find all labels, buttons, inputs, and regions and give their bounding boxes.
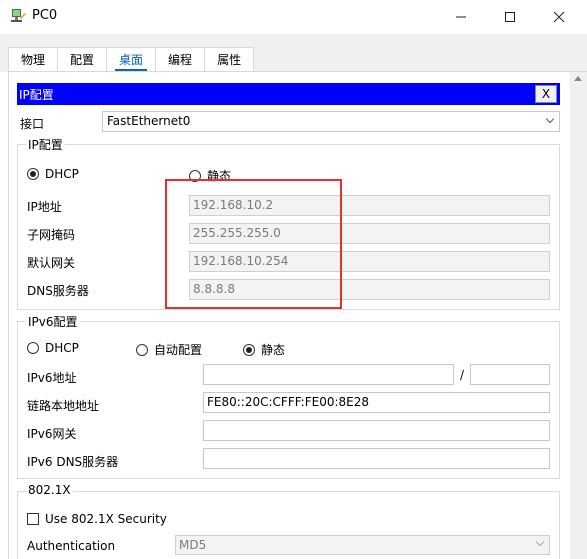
- tab-strip: 物理 配置 桌面 编程 属性: [8, 47, 255, 71]
- pc-app-icon: [11, 9, 26, 22]
- minimize-button[interactable]: [438, 0, 484, 34]
- ipv6-dns-field[interactable]: [203, 448, 550, 469]
- chevron-down-icon: [535, 537, 545, 547]
- ipv6-address-field[interactable]: [203, 364, 454, 385]
- close-window-button[interactable]: [536, 0, 582, 34]
- ip-config-header: IP配置 X: [17, 83, 560, 105]
- minimize-icon: [456, 16, 466, 18]
- ipv6-auto-label: 自动配置: [154, 343, 203, 357]
- interface-select[interactable]: FastEthernet0: [102, 111, 560, 132]
- authentication-value: MD5: [179, 538, 207, 552]
- chevron-down-icon: [545, 114, 555, 124]
- ipv4-group-legend: IP配置: [26, 136, 65, 153]
- ipv6-gateway-field[interactable]: [203, 420, 550, 441]
- ipv6-group-legend: IPv6配置: [26, 313, 80, 330]
- close-icon: [553, 11, 565, 23]
- use-8021x-checkbox[interactable]: Use 802.1X Security: [27, 512, 167, 526]
- scroll-up-icon[interactable]: [574, 76, 582, 81]
- radio-unchecked-icon: [27, 342, 39, 354]
- ipv6-gateway-label: IPv6网关: [27, 427, 77, 441]
- tab-config[interactable]: 配置: [57, 47, 108, 71]
- ipv6-dns-label: IPv6 DNS服务器: [27, 455, 119, 469]
- checkbox-unchecked-icon: [27, 513, 39, 525]
- dot1x-group-legend: 802.1X: [26, 483, 73, 497]
- tab-desktop[interactable]: 桌面: [106, 47, 157, 71]
- ipv6-static-radio[interactable]: 静态: [243, 341, 285, 358]
- radio-unchecked-icon: [136, 344, 148, 356]
- default-gateway-label: 默认网关: [27, 256, 76, 270]
- tab-attributes[interactable]: 属性: [204, 47, 255, 71]
- authentication-select[interactable]: MD5: [175, 535, 550, 555]
- ipv4-dhcp-label: DHCP: [45, 167, 79, 181]
- prefix-slash: /: [460, 368, 465, 382]
- ip-address-label: IP地址: [27, 200, 62, 214]
- link-local-field[interactable]: FE80::20C:CFFF:FE00:8E28: [203, 392, 550, 413]
- subnet-mask-label: 子网掩码: [27, 228, 76, 242]
- ipv4-dhcp-radio[interactable]: DHCP: [27, 167, 79, 181]
- maximize-icon: [505, 12, 515, 22]
- ipv6-address-label: IPv6地址: [27, 371, 77, 385]
- interface-label: 接口: [20, 117, 45, 131]
- authentication-label: Authentication: [27, 539, 116, 553]
- dns-server-label: DNS服务器: [27, 284, 89, 298]
- highlight-box: [165, 179, 342, 309]
- use-8021x-label: Use 802.1X Security: [45, 512, 167, 526]
- maximize-button[interactable]: [487, 0, 533, 34]
- radio-checked-icon: [243, 344, 255, 356]
- ipv6-auto-radio[interactable]: 自动配置: [136, 341, 202, 358]
- ipv6-static-label: 静态: [261, 343, 286, 357]
- ip-config-title: IP配置: [19, 88, 54, 102]
- radio-checked-icon: [27, 168, 39, 180]
- ipv6-prefix-field[interactable]: [470, 364, 550, 385]
- link-local-label: 链路本地地址: [27, 399, 100, 413]
- ipv6-dhcp-label: DHCP: [45, 341, 79, 355]
- vertical-scrollbar[interactable]: [570, 72, 587, 559]
- interface-value: FastEthernet0: [107, 114, 191, 128]
- window-title: PC0: [32, 8, 58, 23]
- tab-physical[interactable]: 物理: [8, 47, 59, 71]
- tab-programming[interactable]: 编程: [155, 47, 206, 71]
- title-bar: PC0: [0, 0, 587, 34]
- ip-config-close-button[interactable]: X: [535, 85, 557, 103]
- ipv6-dhcp-radio[interactable]: DHCP: [27, 341, 79, 355]
